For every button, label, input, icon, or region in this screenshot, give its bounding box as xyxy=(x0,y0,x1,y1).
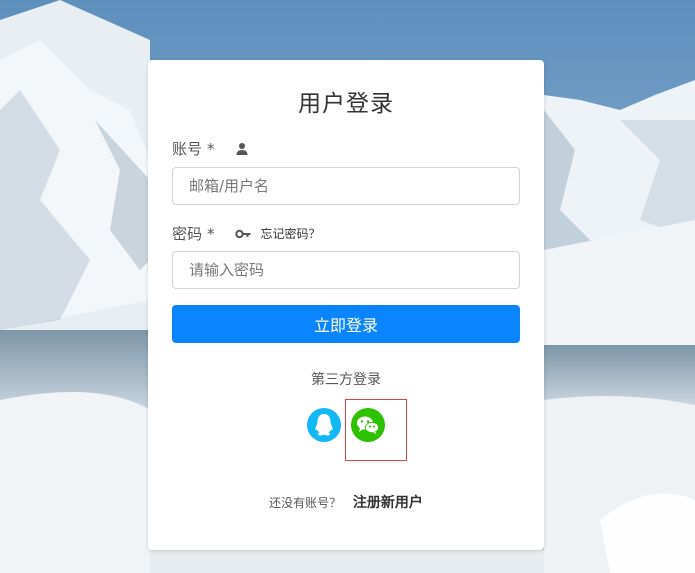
register-row: 还没有账号？ 注册新用户 xyxy=(148,492,544,512)
user-icon xyxy=(235,142,249,156)
login-card: 用户登录 账号 * 密码 * 忘记密码？ 立即登录 第三方登录 xyxy=(148,60,544,550)
account-label: 账号 xyxy=(172,140,203,158)
key-icon xyxy=(234,227,251,241)
page-title: 用户登录 xyxy=(298,91,394,117)
password-label: 密码 xyxy=(172,225,203,243)
wechat-highlight-frame xyxy=(345,399,407,461)
password-label-row: 密码 * 忘记密码？ xyxy=(172,223,321,244)
password-required-mark: * xyxy=(207,224,215,243)
qq-login-button[interactable] xyxy=(307,408,341,442)
qq-icon xyxy=(315,414,333,436)
account-required-mark: * xyxy=(207,139,215,158)
password-input[interactable] xyxy=(172,251,520,289)
account-label-row: 账号 * xyxy=(172,138,249,159)
login-button[interactable]: 立即登录 xyxy=(172,305,520,343)
register-link[interactable]: 注册新用户 xyxy=(353,495,423,511)
account-input[interactable] xyxy=(172,167,520,205)
forgot-password-link[interactable]: 忘记密码？ xyxy=(261,225,321,242)
third-party-login-title: 第三方登录 xyxy=(311,372,381,388)
register-prompt: 还没有账号？ xyxy=(269,496,342,510)
